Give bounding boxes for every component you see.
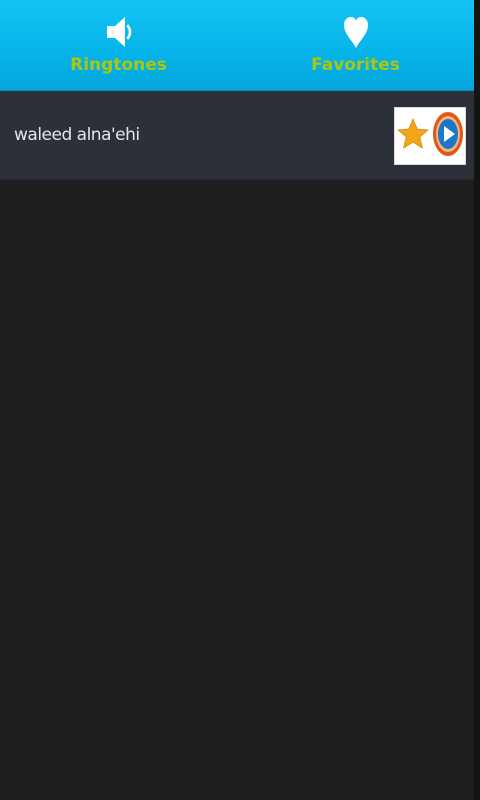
item-actions <box>394 107 466 165</box>
star-icon <box>396 117 429 155</box>
top-tab-bar: Ringtones Favorites <box>0 0 474 91</box>
favorite-star-button[interactable] <box>396 111 430 161</box>
play-icon <box>432 111 464 162</box>
speaker-icon <box>102 12 136 52</box>
heart-icon <box>339 12 373 52</box>
app-screen: Ringtones Favorites waleed alna'ehi <box>0 0 480 800</box>
tab-ringtones-label: Ringtones <box>70 55 167 75</box>
tab-favorites-label: Favorites <box>311 55 400 75</box>
tab-ringtones[interactable]: Ringtones <box>0 0 237 90</box>
ringtone-list: waleed alna'ehi <box>0 91 474 180</box>
play-button[interactable] <box>431 111 465 161</box>
list-item[interactable]: waleed alna'ehi <box>0 91 474 180</box>
right-edge <box>474 0 480 800</box>
tab-favorites[interactable]: Favorites <box>237 0 474 90</box>
